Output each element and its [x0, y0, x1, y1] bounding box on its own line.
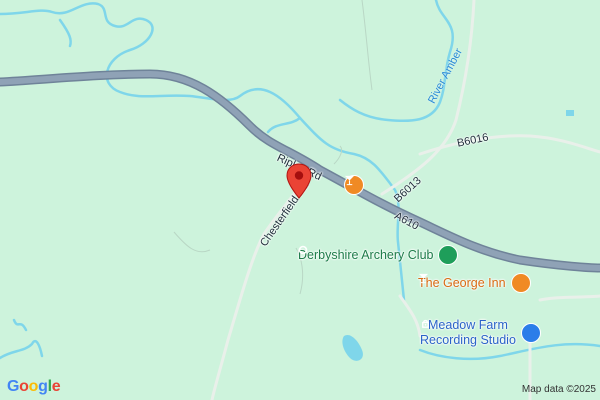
- poi-the-george-inn[interactable]: The George Inn: [418, 273, 531, 293]
- river-branch-left: [0, 339, 44, 360]
- map-canvas[interactable]: Ripley Rd Chesterfield Rd B6016 B6013 A6…: [0, 0, 600, 400]
- pond-small: [566, 110, 574, 116]
- location-pin-icon[interactable]: [285, 163, 313, 199]
- river-branch: [266, 116, 302, 134]
- music-icon: [422, 319, 541, 343]
- bar-icon: [344, 175, 364, 195]
- river-branch-left-2: [12, 318, 28, 332]
- poi-label-block: Meadow Farm Recording Studio: [420, 318, 516, 348]
- track-1: [398, 294, 422, 338]
- path-4: [361, 0, 373, 91]
- river-upper: [58, 18, 72, 48]
- map-attribution[interactable]: Map data ©2025: [522, 384, 596, 395]
- bar-icon: [418, 273, 531, 293]
- poi-derbyshire-archery-club[interactable]: Derbyshire Archery Club: [298, 245, 459, 265]
- poi-meadow-farm-recording-studio[interactable]: Meadow Farm Recording Studio: [420, 318, 541, 348]
- minor-roads: [210, 0, 600, 400]
- track-2: [538, 294, 600, 302]
- bar-poi[interactable]: [344, 175, 364, 195]
- park-icon: [298, 245, 459, 265]
- poi-label-line1: Meadow Farm: [428, 318, 508, 332]
- poi-label: The George Inn: [418, 276, 506, 290]
- map-footer: Google Map data ©2025: [0, 378, 600, 400]
- poi-label-line2: Recording Studio: [420, 333, 516, 347]
- path-1: [173, 231, 211, 253]
- pond: [342, 334, 363, 361]
- google-logo: Google: [7, 378, 61, 395]
- poi-label: Derbyshire Archery Club: [298, 248, 434, 262]
